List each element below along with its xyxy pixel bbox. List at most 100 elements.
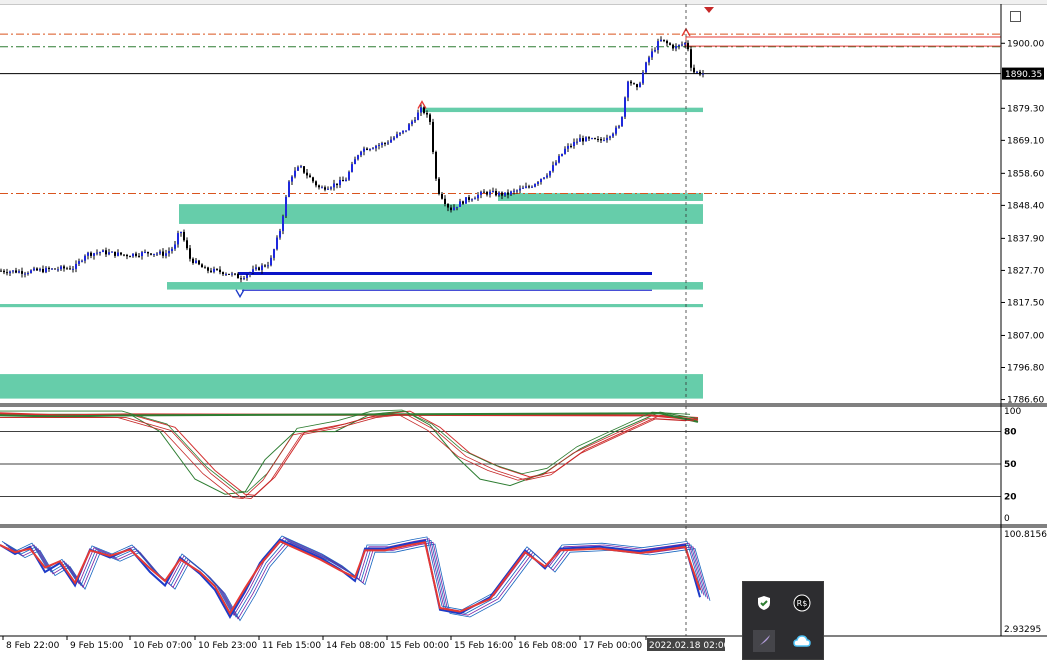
bull-candle bbox=[648, 57, 650, 63]
bear-candle bbox=[306, 172, 308, 176]
support-resistance-zone bbox=[179, 204, 703, 224]
bear-candle bbox=[588, 137, 590, 139]
bull-candle bbox=[378, 144, 380, 146]
bear-candle bbox=[315, 181, 317, 186]
bull-candle bbox=[144, 251, 146, 253]
bull-candle bbox=[642, 72, 644, 84]
bull-candle bbox=[585, 137, 587, 142]
red-order-box bbox=[685, 36, 1002, 47]
bull-candle bbox=[288, 181, 290, 197]
bull-candle bbox=[603, 140, 605, 142]
bear-candle bbox=[42, 268, 44, 273]
bear-candle bbox=[483, 191, 485, 193]
trading-chart[interactable]: 1900.00 1879.30 1869.10 1858.60 1848.40 1837.… bbox=[0, 0, 1047, 660]
bear-candle bbox=[663, 39, 665, 41]
price-tick-label: 1900.00 bbox=[1007, 39, 1044, 49]
bull-candle bbox=[621, 116, 623, 127]
bull-candle bbox=[246, 274, 248, 279]
bear-candle bbox=[114, 251, 116, 256]
bear-candle bbox=[66, 268, 68, 270]
bear-candle bbox=[216, 268, 218, 270]
bull-candle bbox=[702, 73, 704, 75]
bear-candle bbox=[342, 179, 344, 182]
bull-candle bbox=[537, 182, 539, 184]
bull-candle bbox=[471, 199, 473, 201]
bear-candle bbox=[264, 265, 266, 267]
bear-candle bbox=[441, 193, 443, 199]
bear-candle bbox=[486, 192, 488, 195]
bear-candle bbox=[636, 84, 638, 88]
bear-candle bbox=[423, 107, 425, 113]
bull-candle bbox=[405, 130, 407, 132]
bull-candle bbox=[399, 132, 401, 135]
time-tick-label: 17 Feb 00:00 bbox=[583, 641, 642, 651]
bear-candle bbox=[630, 81, 632, 84]
bear-candle bbox=[693, 67, 695, 73]
bull-candle bbox=[18, 271, 20, 273]
stochastic-tick-label: 20 bbox=[1004, 492, 1017, 502]
bear-candle bbox=[3, 270, 5, 273]
price-tick-label: 1848.40 bbox=[1007, 201, 1044, 211]
bull-candle bbox=[561, 153, 563, 157]
bull-candle bbox=[555, 162, 557, 166]
app-rs-icon[interactable]: R$ bbox=[791, 592, 813, 614]
chart-window-checkbox[interactable] bbox=[1010, 11, 1021, 22]
bull-candle bbox=[24, 273, 26, 275]
bull-candle bbox=[660, 39, 662, 42]
bull-candle bbox=[396, 134, 398, 138]
bear-candle bbox=[600, 139, 602, 141]
bear-candle bbox=[669, 43, 671, 45]
time-tick-label: 15 Feb 00:00 bbox=[390, 641, 449, 651]
bull-candle bbox=[171, 248, 173, 252]
bull-candle bbox=[111, 251, 113, 253]
time-tick-label: 10 Feb 07:00 bbox=[133, 641, 192, 651]
bull-candle bbox=[519, 188, 521, 191]
bull-candle bbox=[99, 252, 101, 254]
bull-candle bbox=[108, 252, 110, 255]
bull-candle bbox=[459, 201, 461, 207]
bull-candle bbox=[531, 186, 533, 188]
bull-candle bbox=[369, 148, 371, 150]
time-tick-label: 9 Feb 15:00 bbox=[70, 641, 124, 651]
bull-candle bbox=[684, 42, 686, 45]
bull-candle bbox=[543, 177, 545, 179]
onedrive-cloud-icon[interactable] bbox=[791, 630, 813, 652]
crosshair-time-label: 2022.02.18 02:00 bbox=[649, 641, 730, 651]
bull-candle bbox=[609, 136, 611, 138]
bull-candle bbox=[417, 112, 419, 120]
bear-candle bbox=[69, 268, 71, 270]
bear-candle bbox=[63, 266, 65, 269]
bull-candle bbox=[414, 119, 416, 122]
down-arrow-marker bbox=[235, 289, 245, 299]
bull-candle bbox=[606, 137, 608, 141]
bear-candle bbox=[336, 183, 338, 186]
price-tick-label: 1879.30 bbox=[1007, 104, 1044, 114]
bear-candle bbox=[435, 151, 437, 179]
time-tick-label: 11 Feb 15:00 bbox=[262, 641, 321, 651]
bear-candle bbox=[438, 178, 440, 194]
price-tick-label: 1837.90 bbox=[1007, 234, 1044, 244]
bull-candle bbox=[81, 260, 83, 262]
bear-candle bbox=[192, 258, 194, 263]
bear-candle bbox=[237, 273, 239, 279]
price-tick-label: 1817.50 bbox=[1007, 298, 1044, 308]
bull-candle bbox=[195, 260, 197, 263]
time-tick-label: 15 Feb 16:00 bbox=[454, 641, 513, 651]
chart-canvas[interactable]: 1900.00 1879.30 1869.10 1858.60 1848.40 1837.… bbox=[0, 0, 1047, 660]
price-tick-label: 1869.10 bbox=[1007, 136, 1044, 146]
bull-candle bbox=[282, 216, 284, 232]
shield-check-icon[interactable] bbox=[753, 592, 775, 614]
bear-candle bbox=[210, 270, 212, 272]
price-tick-label: 1827.70 bbox=[1007, 266, 1044, 276]
bull-candle bbox=[141, 252, 143, 257]
bear-candle bbox=[690, 49, 692, 68]
bull-candle bbox=[330, 187, 332, 189]
bear-candle bbox=[366, 148, 368, 150]
bull-candle bbox=[681, 44, 683, 46]
feather-pen-icon[interactable] bbox=[753, 630, 775, 652]
bull-candle bbox=[27, 272, 29, 274]
bull-candle bbox=[465, 197, 467, 204]
bull-candle bbox=[261, 265, 263, 271]
bear-candle bbox=[147, 251, 149, 254]
bull-candle bbox=[420, 107, 422, 113]
